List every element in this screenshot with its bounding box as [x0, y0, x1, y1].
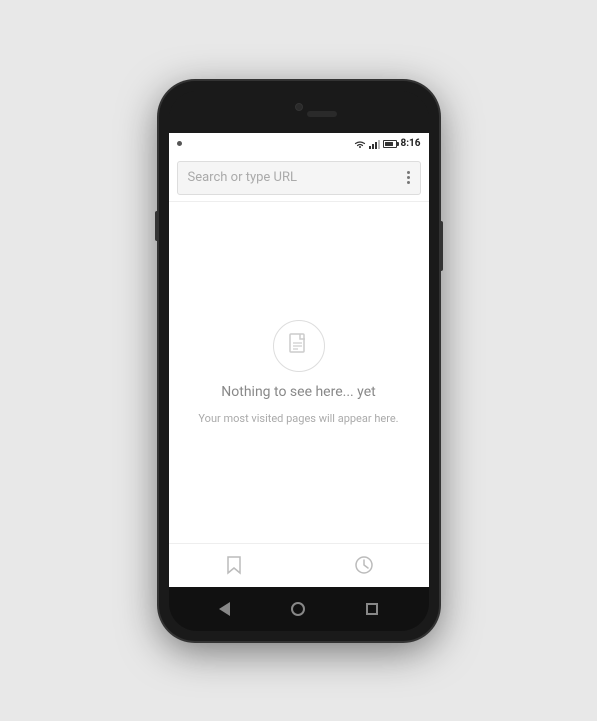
bottom-toolbar	[169, 543, 429, 587]
time-display: 8:16	[400, 138, 420, 149]
nav-bar	[169, 587, 429, 631]
empty-state-title: Nothing to see here... yet	[221, 384, 375, 400]
wifi-icon	[354, 139, 366, 149]
back-button[interactable]	[219, 602, 230, 616]
signal-icon	[369, 139, 380, 149]
more-options-icon[interactable]	[407, 171, 410, 184]
document-icon	[288, 333, 310, 359]
bookmark-button[interactable]	[214, 545, 254, 585]
phone-inner: 8:16 Search or type URL	[169, 91, 429, 631]
empty-state-icon	[273, 320, 325, 372]
screen: 8:16 Search or type URL	[169, 133, 429, 587]
recents-button[interactable]	[366, 603, 378, 615]
battery-icon	[383, 140, 397, 148]
top-bezel	[169, 91, 429, 133]
phone-device: 8:16 Search or type URL	[159, 81, 439, 641]
url-bar-container: Search or type URL	[169, 155, 429, 202]
main-content: Nothing to see here... yet Your most vis…	[169, 202, 429, 543]
history-button[interactable]	[344, 545, 384, 585]
empty-state-subtitle: Your most visited pages will appear here…	[198, 412, 398, 425]
home-button[interactable]	[291, 602, 305, 616]
url-placeholder[interactable]: Search or type URL	[188, 170, 407, 185]
front-camera	[295, 103, 303, 111]
status-right: 8:16	[354, 138, 420, 149]
speaker	[307, 111, 337, 117]
notification-dot	[177, 141, 182, 146]
status-bar: 8:16	[169, 133, 429, 155]
url-bar[interactable]: Search or type URL	[177, 161, 421, 195]
status-left	[177, 141, 182, 146]
